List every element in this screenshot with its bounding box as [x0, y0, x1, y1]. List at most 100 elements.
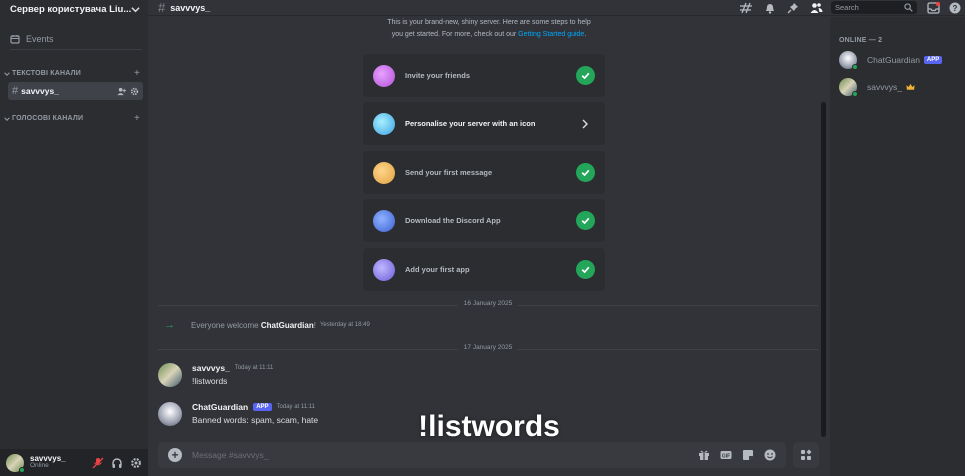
help-icon[interactable]: ?	[949, 2, 961, 14]
user-info[interactable]: savvvys_ Online	[30, 454, 92, 470]
category-voice-channels[interactable]: ГОЛОСОВІ КАНАЛИ +	[4, 113, 140, 124]
wrench-icon	[373, 258, 395, 281]
member-item[interactable]: savvvys_	[839, 78, 915, 97]
arrow-right-icon: →	[164, 319, 175, 331]
category-text-channels[interactable]: ТЕКСТОВІ КАНАЛИ +	[4, 68, 140, 79]
message-author[interactable]: savvvys_	[192, 363, 230, 373]
events-item[interactable]: Events	[10, 28, 142, 50]
message-item: savvvys_ Today at 11:11 !listwords	[158, 363, 273, 387]
overlay-caption: !listwords	[418, 410, 560, 443]
events-label: Events	[26, 33, 54, 44]
threads-icon[interactable]	[739, 2, 753, 14]
step-invite-friends[interactable]: Invite your friends	[363, 54, 605, 97]
step-personalise-server[interactable]: Personalise your server with an icon	[363, 102, 605, 145]
timestamp: Yesterday at 18:49	[319, 322, 370, 328]
intro-line-2: you get started. For more, check out our	[391, 31, 517, 38]
calendar-icon	[10, 34, 20, 44]
avatar	[839, 51, 858, 70]
scrollbar[interactable]	[821, 102, 826, 437]
gif-icon[interactable]: GIF	[720, 449, 732, 461]
intro-suffix: .	[584, 31, 587, 38]
user-panel: savvvys_ Online	[0, 449, 148, 476]
step-label: Send your first message	[405, 168, 493, 177]
search-input[interactable]: Search	[831, 1, 917, 14]
chevron-right-icon	[581, 119, 589, 129]
member-item[interactable]: ChatGuardian APP	[839, 51, 943, 70]
member-name: ChatGuardian	[867, 55, 920, 65]
avatar[interactable]	[6, 453, 25, 473]
bell-icon[interactable]	[764, 2, 776, 14]
chevron-down-icon	[4, 116, 10, 122]
svg-text:?: ?	[953, 4, 958, 13]
checkmark-icon	[576, 163, 595, 182]
app-badge: APP	[923, 56, 943, 64]
step-send-first-message[interactable]: Send your first message	[363, 151, 605, 194]
checkmark-icon	[576, 211, 595, 230]
step-add-first-app[interactable]: Add your first app	[363, 248, 605, 291]
channel-sidebar: Сервер користувача Liu... Events ТЕКСТОВ…	[0, 0, 148, 476]
message-text: !listwords	[192, 376, 228, 386]
apps-button[interactable]	[793, 442, 819, 468]
online-status-dot	[852, 64, 858, 70]
step-label: Add your first app	[405, 265, 470, 274]
user-status: Online	[30, 462, 49, 470]
step-download-app[interactable]: Download the Discord App	[363, 199, 605, 242]
search-placeholder: Search	[835, 3, 859, 12]
pin-icon[interactable]	[787, 2, 799, 14]
inbox-icon[interactable]	[927, 1, 940, 14]
avatar	[839, 78, 858, 97]
date-divider: 16 January 2025	[158, 300, 818, 307]
date-label: 17 January 2025	[457, 344, 519, 351]
members-list-icon[interactable]	[810, 2, 823, 14]
category-label: ГОЛОСОВІ КАНАЛИ	[12, 115, 84, 122]
category-label: ТЕКСТОВІ КАНАЛИ	[12, 70, 81, 77]
gift-icon[interactable]	[698, 449, 710, 461]
channel-name: savvvys_	[21, 86, 59, 96]
avatar[interactable]	[158, 363, 182, 387]
getting-started-link[interactable]: Getting Started guide	[518, 31, 584, 38]
brush-icon	[373, 112, 395, 135]
online-status-dot	[852, 91, 858, 97]
checkmark-icon	[576, 260, 595, 279]
apps-grid-icon	[800, 449, 812, 461]
member-name: savvvys_	[867, 82, 902, 92]
step-label: Personalise your server with an icon	[405, 119, 536, 128]
join-suffix: !	[313, 320, 316, 330]
join-username[interactable]: ChatGuardian	[261, 321, 314, 330]
chevron-down-icon	[4, 71, 10, 77]
message-composer[interactable]: + Message #savvvys_ GIF	[158, 442, 786, 468]
step-label: Download the Discord App	[405, 216, 501, 225]
system-join-message: → Everyone welcome ChatGuardian! Yesterd…	[164, 319, 370, 331]
add-channel-icon[interactable]: +	[134, 68, 140, 79]
member-list: ONLINE — 2 ChatGuardian APP savvvys_	[830, 17, 965, 476]
search-icon	[904, 3, 913, 12]
hashtag-icon: #	[158, 0, 166, 15]
add-channel-icon[interactable]: +	[134, 113, 140, 124]
user-settings-gear-icon[interactable]	[130, 457, 142, 469]
step-label: Invite your friends	[405, 71, 471, 80]
mute-microphone-icon[interactable]	[92, 457, 104, 469]
sticker-icon[interactable]	[742, 449, 754, 461]
online-header: ONLINE — 2	[839, 37, 883, 44]
date-divider: 17 January 2025	[158, 344, 818, 351]
intro-line-1: This is your brand-new, shiny server. He…	[387, 19, 591, 26]
server-header[interactable]: Сервер користувача Liu...	[0, 0, 148, 18]
online-status-dot	[19, 466, 25, 473]
join-prefix: Everyone welcome	[191, 320, 259, 330]
channel-item-savvvys[interactable]: # savvvys_	[8, 82, 143, 100]
gear-icon[interactable]	[130, 87, 139, 96]
add-member-icon[interactable]	[117, 87, 126, 96]
add-attachment-icon[interactable]: +	[168, 448, 182, 462]
server-name: Сервер користувача Liu...	[10, 3, 131, 15]
message-icon	[373, 161, 395, 184]
date-label: 16 January 2025	[457, 300, 519, 307]
channel-title: savvvys_	[170, 2, 211, 13]
invite-friends-icon	[373, 64, 395, 87]
phone-icon	[373, 209, 395, 232]
crown-icon	[906, 83, 915, 91]
chevron-down-icon	[131, 5, 140, 14]
emoji-icon[interactable]	[764, 449, 776, 461]
headphones-icon[interactable]	[111, 457, 123, 469]
svg-text:GIF: GIF	[722, 453, 730, 459]
message-input[interactable]: Message #savvvys_	[192, 450, 698, 460]
